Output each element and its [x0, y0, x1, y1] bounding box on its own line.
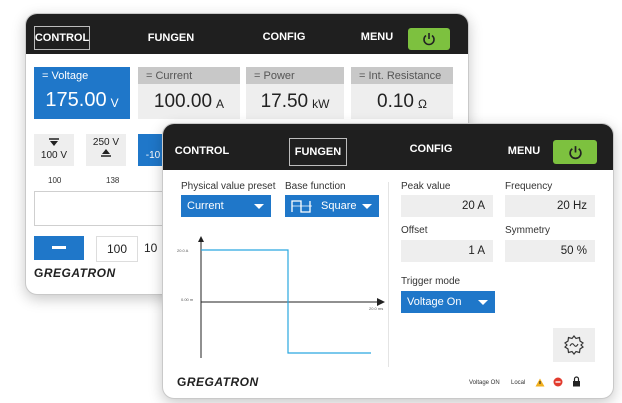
front-topbar: CONTROL FUNGEN CONFIG MENU	[163, 124, 613, 170]
resistance-card[interactable]: = Int. Resistance 0.10 Ω	[351, 67, 453, 119]
front-regatron-logo: GREGATRON	[177, 375, 259, 389]
ramp-up-icon	[101, 149, 111, 157]
trigger-dropdown[interactable]: Voltage On	[401, 291, 495, 313]
freq-label: Frequency	[505, 181, 553, 192]
back-power-button[interactable]	[408, 28, 450, 50]
setpoint-input[interactable]	[34, 191, 170, 226]
graph-x-arrow	[377, 298, 385, 306]
resistance-label: Int. Resistance	[368, 69, 442, 82]
preset-dropdown[interactable]: Current	[181, 195, 271, 217]
power-icon	[423, 33, 435, 46]
preset-250v-label: 250 V	[92, 137, 120, 148]
front-tab-control[interactable]: CONTROL	[173, 138, 231, 164]
basefn-dropdown-value: Square	[321, 200, 357, 212]
back-tab-fungen[interactable]: FUNGEN	[138, 26, 204, 50]
preset-label: Physical value preset	[181, 181, 276, 192]
power-unit: kW	[312, 96, 330, 111]
voltage-label: Voltage	[51, 69, 89, 82]
resistance-value: 0.10	[377, 90, 414, 112]
trigger-dropdown-value: Voltage On	[407, 296, 462, 308]
preset-250v-button[interactable]: 250 V	[86, 134, 126, 166]
current-label: Current	[155, 69, 193, 82]
minus-icon	[52, 246, 66, 249]
preset-100v-button[interactable]: 100 V	[34, 134, 74, 166]
settings-button[interactable]	[553, 328, 595, 362]
current-unit: A	[216, 96, 225, 111]
scale-label-138: 138	[106, 176, 120, 185]
ramp-down-icon	[49, 138, 59, 146]
voltage-card[interactable]: = Voltage 175.00 V	[34, 67, 130, 119]
preset-100v-label: 100 V	[40, 150, 68, 161]
trigger-label: Trigger mode	[401, 276, 461, 287]
square-wave-icon	[291, 200, 312, 213]
stepper-value-1[interactable]: 100	[96, 236, 138, 262]
resistance-unit: Ω	[418, 96, 427, 111]
offset-label: Offset	[401, 225, 428, 236]
back-tab-control[interactable]: CONTROL	[34, 26, 90, 50]
peak-label: Peak value	[401, 181, 451, 192]
preset-dropdown-value: Current	[187, 200, 224, 212]
sym-input[interactable]: 50 %	[505, 240, 595, 262]
voltage-value: 175.00	[45, 89, 107, 111]
back-topbar: CONTROL FUNGEN CONFIG MENU	[26, 14, 468, 54]
front-tab-menu[interactable]: MENU	[500, 138, 548, 164]
graph-label-right: 20.0 ms	[369, 306, 383, 311]
decrement-button[interactable]	[34, 236, 84, 260]
offset-input[interactable]: 1 A	[401, 240, 493, 262]
chevron-down-icon	[254, 204, 264, 209]
front-tab-config[interactable]: CONFIG	[400, 138, 462, 160]
power-label: Power	[263, 69, 295, 82]
back-regatron-logo: GREGATRON	[34, 266, 116, 280]
current-card[interactable]: = Current 100.00 A	[138, 67, 240, 119]
chevron-down-icon	[478, 300, 488, 305]
warning-icon	[535, 378, 545, 387]
lock-icon	[573, 376, 580, 387]
freq-input[interactable]: 20 Hz	[505, 195, 595, 217]
waveform-graph: 20.0 A 0.00 m 20.0 ms	[177, 236, 385, 358]
status-voltage-on: Voltage ON	[469, 380, 500, 386]
basefn-label: Base function	[285, 181, 346, 192]
current-value: 100.00	[153, 90, 213, 112]
panel-divider	[388, 182, 389, 367]
graph-label-mid: 0.00 m	[181, 297, 194, 302]
power-card[interactable]: = Power 17.50 kW	[246, 67, 344, 119]
front-power-button[interactable]	[553, 140, 597, 164]
front-tab-fungen[interactable]: FUNGEN	[289, 138, 347, 166]
chevron-down-icon	[362, 204, 372, 209]
back-tab-menu[interactable]: MENU	[353, 26, 401, 48]
status-local: Local	[511, 380, 526, 386]
graph-y-arrow	[198, 236, 204, 242]
peak-input[interactable]: 20 A	[401, 195, 493, 217]
graph-label-top: 20.0 A	[177, 248, 189, 253]
power-value: 17.50	[260, 90, 309, 112]
power-icon	[568, 145, 582, 159]
voltage-unit: V	[110, 95, 119, 110]
front-screen: CONTROL FUNGEN CONFIG MENU Physical valu…	[162, 123, 614, 399]
gear-icon	[564, 335, 584, 355]
error-icon	[553, 377, 563, 387]
scale-label-100: 100	[48, 176, 62, 185]
back-tab-config[interactable]: CONFIG	[254, 26, 314, 48]
basefn-dropdown[interactable]: Square	[285, 195, 379, 217]
sym-label: Symmetry	[505, 225, 550, 236]
